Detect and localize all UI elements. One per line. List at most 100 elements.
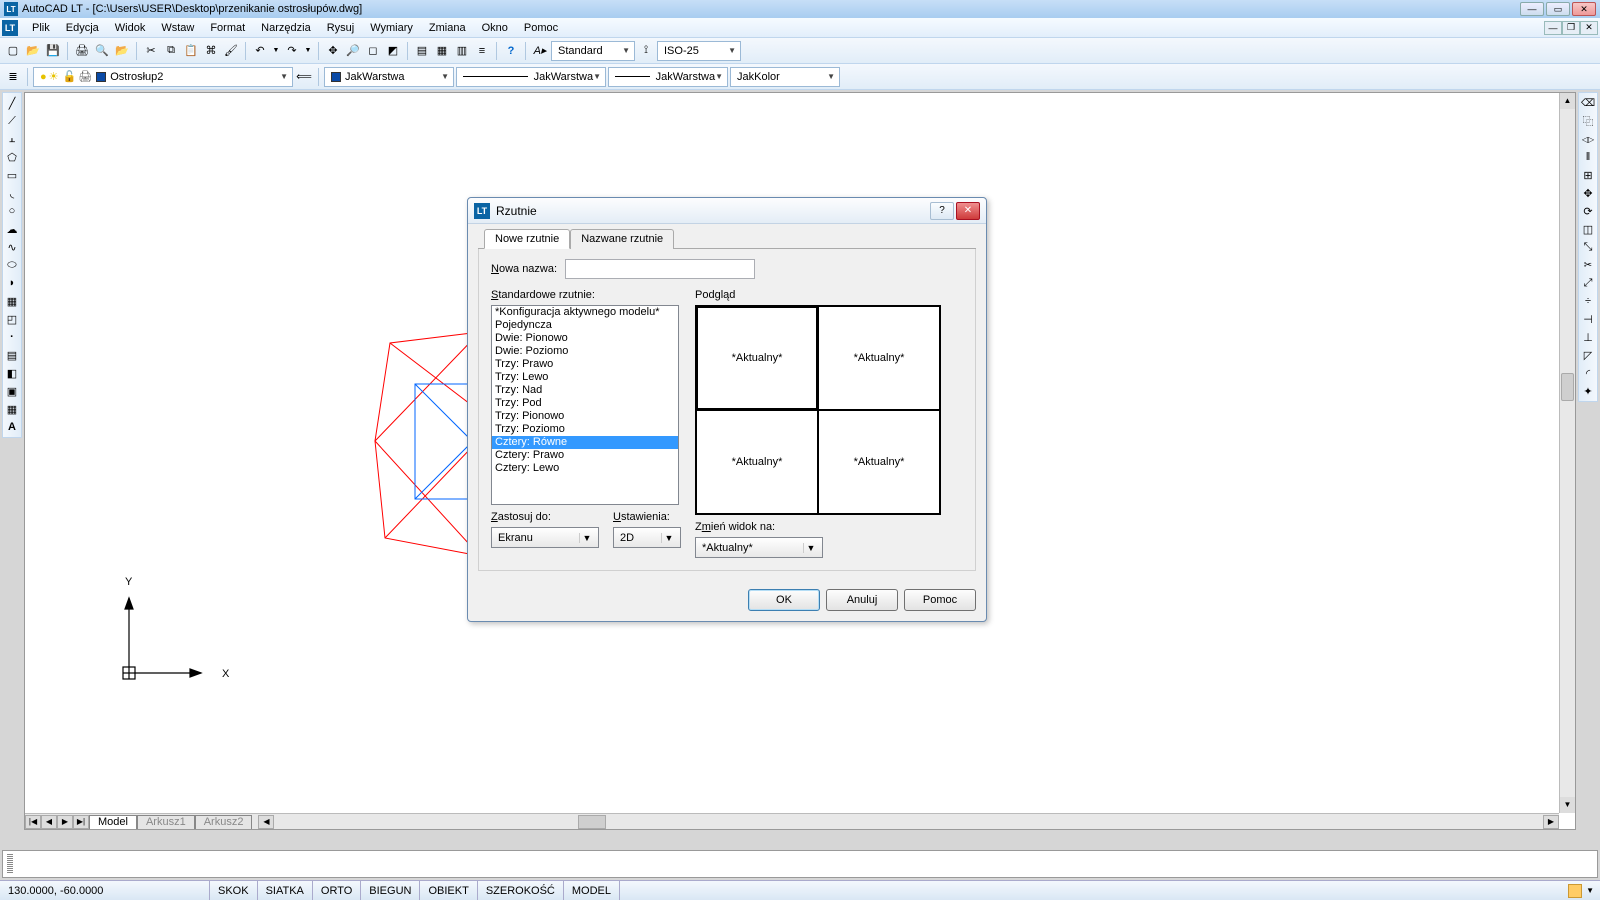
toggle-szerokosc[interactable]: SZEROKOŚĆ bbox=[478, 881, 564, 900]
rotate-icon[interactable] bbox=[1580, 203, 1596, 219]
toggle-obiekt[interactable]: OBIEKT bbox=[420, 881, 477, 900]
undo-icon[interactable] bbox=[251, 42, 269, 60]
table-icon[interactable]: ▦ bbox=[4, 401, 20, 417]
tool-palettes-icon[interactable]: ▥ bbox=[453, 42, 471, 60]
copy-icon[interactable] bbox=[162, 42, 180, 60]
command-line[interactable] bbox=[2, 850, 1598, 878]
save-icon[interactable] bbox=[44, 42, 62, 60]
ok-button[interactable]: OK bbox=[748, 589, 820, 611]
list-item[interactable]: Cztery: Prawo bbox=[492, 449, 678, 462]
extend-icon[interactable] bbox=[1580, 275, 1596, 291]
plot-preview-icon[interactable] bbox=[93, 42, 111, 60]
tab-next-icon[interactable]: ▶ bbox=[57, 815, 73, 829]
layer-prev-icon[interactable]: ⟸ bbox=[295, 68, 313, 86]
ellipse-icon[interactable] bbox=[4, 257, 20, 273]
menu-widok[interactable]: Widok bbox=[107, 20, 154, 36]
chamfer-icon[interactable] bbox=[1580, 347, 1596, 363]
tab-arkusz1[interactable]: Arkusz1 bbox=[137, 815, 195, 829]
tray-icon[interactable] bbox=[1568, 884, 1582, 898]
maximize-button[interactable]: ▭ bbox=[1546, 2, 1570, 16]
coords-readout[interactable]: 130.0000, -60.0000 bbox=[0, 881, 210, 900]
list-item[interactable]: Cztery: Równe bbox=[492, 436, 678, 449]
zoom-rt-icon[interactable] bbox=[344, 42, 362, 60]
zoom-window-icon[interactable] bbox=[364, 42, 382, 60]
tab-named-viewports[interactable]: Nazwane rzutnie bbox=[570, 229, 674, 249]
list-item[interactable]: Trzy: Nad bbox=[492, 384, 678, 397]
preview-cell-1[interactable]: *Aktualny* bbox=[696, 306, 818, 410]
dim-style-icon[interactable]: ⟟ bbox=[637, 42, 655, 60]
scroll-up-icon[interactable]: ▲ bbox=[1560, 93, 1575, 109]
menu-zmiana[interactable]: Zmiana bbox=[421, 20, 474, 36]
gradient-icon[interactable]: ◧ bbox=[4, 365, 20, 381]
list-item[interactable]: Trzy: Pod bbox=[492, 397, 678, 410]
dim-style-combo[interactable]: ISO-25▼ bbox=[657, 41, 741, 61]
toggle-siatka[interactable]: SIATKA bbox=[258, 881, 313, 900]
menu-okno[interactable]: Okno bbox=[474, 20, 516, 36]
stretch-icon[interactable] bbox=[1580, 239, 1596, 255]
fillet-icon[interactable] bbox=[1580, 365, 1596, 381]
tab-last-icon[interactable]: ▶| bbox=[73, 815, 89, 829]
list-item[interactable]: Cztery: Lewo bbox=[492, 462, 678, 475]
revision-cloud-icon[interactable]: ☁ bbox=[4, 221, 20, 237]
zoom-prev-icon[interactable] bbox=[384, 42, 402, 60]
publish-icon[interactable] bbox=[113, 42, 131, 60]
cut-icon[interactable] bbox=[142, 42, 160, 60]
break-icon[interactable]: ⊣ bbox=[1580, 311, 1596, 327]
scroll-left-icon[interactable]: ◀ bbox=[258, 815, 274, 829]
match-props-icon[interactable] bbox=[202, 42, 220, 60]
menu-edycja[interactable]: Edycja bbox=[58, 20, 107, 36]
list-item[interactable]: Trzy: Lewo bbox=[492, 371, 678, 384]
explode-icon[interactable] bbox=[1580, 383, 1596, 399]
erase-icon[interactable] bbox=[1580, 95, 1596, 111]
close-button[interactable]: ✕ bbox=[1572, 2, 1596, 16]
open-icon[interactable] bbox=[24, 42, 42, 60]
linetype-combo[interactable]: JakWarstwa▼ bbox=[456, 67, 606, 87]
polygon-icon[interactable] bbox=[4, 149, 20, 165]
point-icon[interactable] bbox=[4, 329, 20, 345]
preview-cell-3[interactable]: *Aktualny* bbox=[696, 410, 818, 514]
menu-narzedzia[interactable]: Narzędzia bbox=[253, 20, 319, 36]
layer-manager-icon[interactable] bbox=[4, 68, 22, 86]
markup-icon[interactable]: ≡ bbox=[473, 42, 491, 60]
spline-icon[interactable] bbox=[4, 239, 20, 255]
menu-pomoc[interactable]: Pomoc bbox=[516, 20, 566, 36]
minimize-button[interactable]: — bbox=[1520, 2, 1544, 16]
region-icon[interactable] bbox=[4, 383, 20, 399]
paste-icon[interactable] bbox=[182, 42, 200, 60]
list-item[interactable]: Pojedyncza bbox=[492, 319, 678, 332]
text-style-combo[interactable]: Standard▼ bbox=[551, 41, 635, 61]
tab-prev-icon[interactable]: ◀ bbox=[41, 815, 57, 829]
scale-icon[interactable] bbox=[1580, 221, 1596, 237]
help-icon[interactable] bbox=[502, 42, 520, 60]
menu-format[interactable]: Format bbox=[202, 20, 253, 36]
xline-icon[interactable] bbox=[4, 113, 20, 129]
preview-cell-4[interactable]: *Aktualny* bbox=[818, 410, 940, 514]
list-item[interactable]: Dwie: Pionowo bbox=[492, 332, 678, 345]
vertical-scrollbar[interactable]: ▲ ▼ bbox=[1559, 93, 1575, 813]
arc-icon[interactable] bbox=[4, 185, 20, 201]
break-at-icon[interactable] bbox=[1580, 293, 1596, 309]
new-icon[interactable] bbox=[4, 42, 22, 60]
pan-icon[interactable] bbox=[324, 42, 342, 60]
ellipse-arc-icon[interactable] bbox=[4, 275, 20, 291]
dialog-titlebar[interactable]: LT Rzutnie ? ✕ bbox=[468, 198, 986, 224]
preview-grid[interactable]: *Aktualny* *Aktualny* *Aktualny* *Aktual… bbox=[695, 305, 941, 515]
hscroll-thumb[interactable] bbox=[578, 815, 606, 829]
layer-combo[interactable]: ● ☀ 🔓 🖨 Ostrosłup2 ▼ bbox=[33, 67, 293, 87]
mdi-minimize[interactable]: — bbox=[1544, 21, 1562, 35]
cmdline-grip[interactable] bbox=[7, 854, 13, 874]
trim-icon[interactable] bbox=[1580, 257, 1596, 273]
mirror-icon[interactable] bbox=[1580, 131, 1596, 147]
scroll-right-icon[interactable]: ▶ bbox=[1543, 815, 1559, 829]
rectangle-icon[interactable] bbox=[4, 167, 20, 183]
text-icon[interactable] bbox=[4, 419, 20, 435]
new-name-input[interactable] bbox=[565, 259, 755, 279]
plotstyle-combo[interactable]: JakKolor▼ bbox=[730, 67, 840, 87]
text-style-icon[interactable]: A▸ bbox=[531, 42, 549, 60]
tab-model[interactable]: Model bbox=[89, 815, 137, 829]
brush-icon[interactable] bbox=[222, 42, 240, 60]
toggle-model[interactable]: MODEL bbox=[564, 881, 620, 900]
move-icon[interactable] bbox=[1580, 185, 1596, 201]
menu-rysuj[interactable]: Rysuj bbox=[319, 20, 363, 36]
hatch-icon[interactable] bbox=[4, 347, 20, 363]
